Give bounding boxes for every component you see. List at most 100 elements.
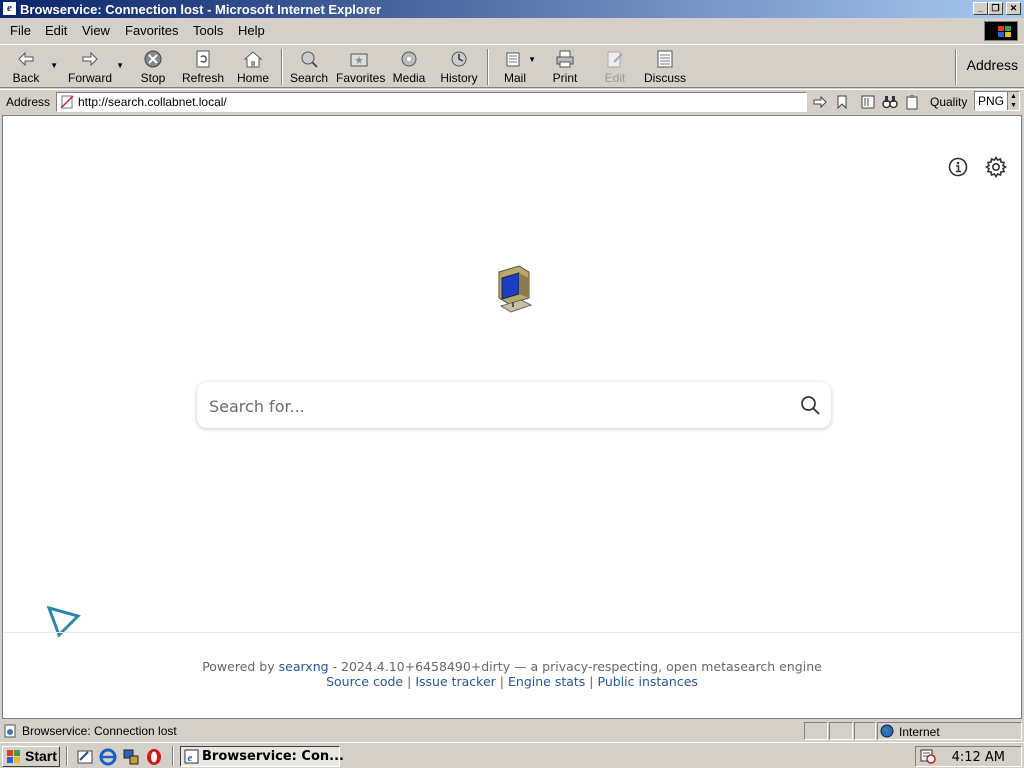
minimize-button[interactable]: _ — [973, 2, 988, 15]
menu-edit[interactable]: Edit — [45, 23, 67, 38]
menu-bar: File Edit View Favorites Tools Help — [0, 20, 1024, 42]
computer-logo-icon — [498, 265, 533, 313]
discuss-label: Discuss — [644, 71, 687, 85]
start-button[interactable]: Start — [2, 746, 60, 767]
title-bar[interactable]: e Browservice: Connection lost - Microso… — [0, 0, 1024, 18]
opera-icon[interactable] — [145, 748, 163, 766]
quality-select[interactable]: PNG ▲ ▼ — [974, 91, 1020, 111]
home-label: Home — [236, 71, 269, 85]
globe-icon — [880, 724, 894, 738]
menu-view[interactable]: View — [82, 23, 110, 38]
toolbar-address-label[interactable]: Address — [967, 57, 1018, 73]
home-button[interactable]: Home — [234, 47, 272, 87]
internet-explorer-icon[interactable] — [99, 748, 117, 766]
quality-spinner[interactable]: ▲ ▼ — [1007, 92, 1019, 110]
back-label: Back — [12, 71, 40, 85]
clipboard-icon[interactable] — [904, 94, 920, 110]
edit-button[interactable]: Edit — [598, 47, 632, 87]
ie-page-icon: e — [184, 749, 199, 764]
discuss-icon — [657, 50, 673, 68]
refresh-label: Refresh — [181, 71, 225, 85]
print-button[interactable]: Print — [548, 47, 582, 87]
search-bar — [197, 382, 831, 430]
searxng-link[interactable]: searxng — [279, 659, 329, 674]
clock[interactable]: 4:12 AM — [952, 750, 1005, 765]
svg-text:e: e — [188, 752, 193, 764]
taskbar-separator — [66, 746, 68, 766]
menu-favorites[interactable]: Favorites — [125, 23, 178, 38]
footer-separator: | — [589, 674, 594, 689]
search-label: Search — [289, 71, 329, 85]
page-footer: Powered by searxng - 2024.4.10+6458490+d… — [3, 632, 1021, 718]
menu-help[interactable]: Help — [238, 23, 265, 38]
page-viewport: Powered by searxng - 2024.4.10+6458490+d… — [2, 115, 1022, 719]
toolbar: Back ▼ Forward ▼ Stop Refresh Home Searc… — [0, 44, 1024, 88]
forward-dropdown-icon[interactable]: ▼ — [116, 61, 124, 70]
network-icon[interactable] — [122, 748, 140, 766]
mail-button[interactable]: Mail ▼ — [498, 47, 536, 87]
show-desktop-icon[interactable] — [76, 748, 94, 766]
quality-value: PNG — [978, 94, 1005, 108]
print-label: Print — [552, 71, 578, 85]
page-broken-icon — [60, 95, 74, 109]
menu-tools[interactable]: Tools — [193, 23, 223, 38]
history-label: History — [440, 71, 478, 85]
forward-button[interactable]: Forward ▼ — [66, 47, 124, 87]
toolbar-separator — [955, 49, 957, 85]
favorites-button[interactable]: Favorites — [336, 47, 386, 87]
page-icon[interactable] — [860, 94, 876, 110]
binoculars-icon[interactable] — [882, 94, 898, 110]
info-icon[interactable] — [947, 156, 969, 178]
discuss-button[interactable]: Discuss — [644, 47, 686, 87]
restore-button[interactable]: ❐ — [988, 2, 1003, 15]
engine-stats-link[interactable]: Engine stats — [508, 674, 585, 689]
printer-icon — [556, 50, 574, 68]
forward-arrow-icon — [82, 51, 98, 67]
mail-icon — [506, 52, 520, 67]
footer-line-2: Source code | Issue tracker | Engine sta… — [3, 674, 1021, 689]
gear-icon[interactable] — [984, 155, 1008, 179]
source-code-link[interactable]: Source code — [326, 674, 403, 689]
mail-label: Mail — [503, 71, 526, 85]
zone-text: Internet — [899, 725, 940, 739]
taskbar-window-button[interactable]: e Browservice: Con... — [180, 746, 344, 767]
ie-icon: e — [2, 1, 17, 16]
media-label: Media — [392, 71, 426, 85]
refresh-button[interactable]: Refresh — [180, 47, 226, 87]
close-button[interactable]: ✕ — [1006, 2, 1021, 15]
windows-logo-icon — [984, 21, 1018, 41]
favorites-label: Favorites — [336, 71, 386, 85]
search-icon[interactable] — [799, 394, 821, 416]
system-tray: 4:12 AM — [915, 746, 1022, 767]
search-input[interactable] — [207, 382, 771, 430]
status-text: Browservice: Connection lost — [22, 724, 177, 738]
bookmark-icon[interactable] — [834, 94, 850, 110]
status-panel — [854, 722, 876, 740]
edit-label: Edit — [604, 71, 626, 85]
go-arrow-icon[interactable] — [812, 94, 828, 110]
stop-label: Stop — [140, 71, 166, 85]
stop-button[interactable]: Stop — [136, 47, 170, 87]
history-button[interactable]: History — [438, 47, 480, 87]
favorites-folder-icon — [350, 53, 368, 67]
home-icon — [243, 51, 263, 68]
media-button[interactable]: Media — [390, 47, 428, 87]
address-label: Address — [6, 95, 51, 109]
public-instances-link[interactable]: Public instances — [598, 674, 698, 689]
search-toolbar-button[interactable]: Search — [289, 47, 329, 87]
menu-file[interactable]: File — [10, 23, 31, 38]
edit-page-icon — [607, 51, 623, 68]
mail-dropdown-icon[interactable]: ▼ — [528, 55, 536, 64]
back-dropdown-icon[interactable]: ▼ — [50, 61, 58, 70]
toolbar-separator — [487, 49, 489, 85]
version-text: - 2024.4.10+6458490+dirty — a privacy-re… — [332, 659, 822, 674]
quality-label: Quality — [930, 95, 968, 109]
scheduler-icon[interactable] — [920, 749, 936, 764]
back-button[interactable]: Back ▼ — [4, 47, 58, 87]
address-input[interactable]: http://search.collabnet.local/ — [56, 92, 807, 112]
forward-label: Forward — [67, 71, 112, 85]
status-panel — [804, 722, 828, 740]
footer-line-1: Powered by searxng - 2024.4.10+6458490+d… — [3, 659, 1021, 674]
media-icon — [401, 51, 417, 67]
issue-tracker-link[interactable]: Issue tracker — [415, 674, 496, 689]
